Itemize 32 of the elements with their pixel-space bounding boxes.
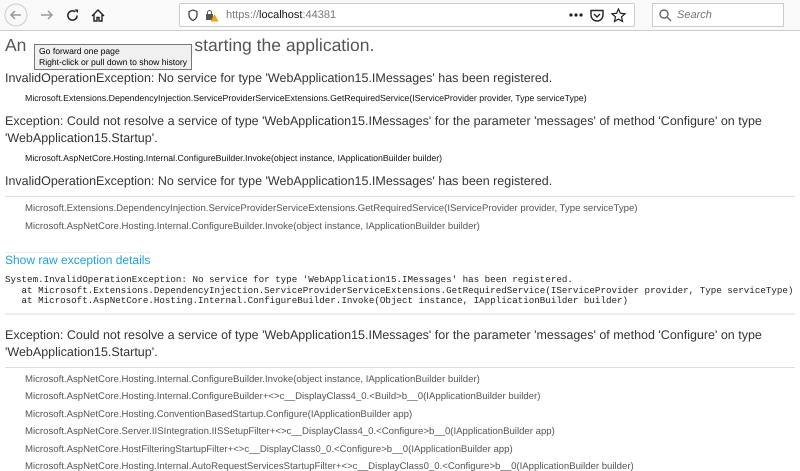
exception-message: Exception: Could not resolve a service of type 'WebApplication15.IMessages' for the parameter 'messages' of method 'Configure' on type 'WebApplication15.Startup'.	[5, 113, 763, 147]
back-icon[interactable]	[4, 3, 28, 27]
page-title: An	[5, 34, 26, 56]
page-title: starting the application.	[194, 34, 374, 56]
stack-frame[interactable]: Microsoft.AspNetCore.Hosting.Internal.ConfigureBuilder.Invoke(object instance, IApplicationBuilder builder)	[5, 218, 795, 235]
stack-frame[interactable]: Microsoft.AspNetCore.HostFilteringStartupFilter+<>c__DisplayClass0_0.<Configure>b__0(IApplicationBuilder app)	[5, 440, 795, 458]
pocket-icon[interactable]	[590, 8, 604, 22]
star-icon[interactable]	[611, 8, 626, 22]
reload-icon[interactable]	[66, 8, 79, 22]
stack-frame[interactable]: Microsoft.AspNetCore.Server.IISIntegration.IISSetupFilter+<>c__DisplayClass4_0.<Configure>b__0(IApplicationBuilder app)	[5, 423, 795, 440]
stack-frame[interactable]: Microsoft.AspNetCore.Hosting.Internal.ConfigureBuilder.Invoke(object instance, IApplicationBuilder builder)	[5, 370, 795, 388]
exception-message: InvalidOperationException: No service for type 'WebApplication15.IMessages' has been registered.	[5, 70, 554, 87]
home-icon[interactable]	[91, 8, 105, 22]
search-icon	[659, 9, 672, 22]
lock-warning-icon[interactable]	[205, 8, 219, 22]
exception-message: Exception: Could not resolve a service of type 'WebApplication15.IMessages' for the parameter 'messages' of method 'Configure' on type 'WebApplication15.Startup'.	[5, 326, 795, 368]
stack-frame[interactable]: Microsoft.Extensions.DependencyInjection.ServiceProviderServiceExtensions.GetRequiredService(IServiceProvider provider, Type serviceType)	[5, 200, 795, 218]
raw-exception-text: System.InvalidOperationException: No service for type 'WebApplication15.IMessages' has been registered. at Microsoft.Extensions.DependencyInjection.ServiceProviderServiceExtensions.GetRequiredService(IServiceProvider provider, Type serviceType) at Microsoft.AspNetCore.Hosting.Internal.ConfigureBuilder.Invoke(Object instance, IApplicationBuilder builder)	[5, 275, 795, 314]
stack-frame[interactable]: Microsoft.AspNetCore.Hosting.Internal.ConfigureBuilder+<>c__DisplayClass4_0.<Build>b__0(IApplicationBuilder builder)	[5, 388, 795, 406]
search-field[interactable]: Search	[652, 3, 784, 27]
tooltip-text: Go forward one page	[39, 46, 121, 57]
stack-frame[interactable]: Microsoft.AspNetCore.Hosting.ConventionBasedStartup.Configure(IApplicationBuilder app)	[5, 406, 795, 423]
exception-message: InvalidOperationException: No service for type 'WebApplication15.IMessages' has been registered.	[5, 173, 795, 197]
stack-frame[interactable]: Microsoft.AspNetCore.Hosting.Internal.AutoRequestServicesStartupFilter+<>c__DisplayClass0_0.<Configure>b__0(IApplicationBuilder builder)	[5, 458, 795, 471]
url-text: https://localhost:44381	[226, 9, 338, 21]
stack-frame: Microsoft.AspNetCore.Hosting.Internal.ConfigureBuilder.Invoke(object instance, IApplicationBuilder builder)	[5, 153, 795, 163]
tooltip-text: Right-click or pull down to show history	[39, 57, 188, 68]
shield-icon[interactable]	[188, 9, 198, 21]
stack-frame: Microsoft.Extensions.DependencyInjection.ServiceProviderServiceExtensions.GetRequiredService(IServiceProvider provider, Type serviceType)	[5, 93, 795, 103]
address-bar[interactable]: https://localhost:44381	[179, 3, 635, 27]
more-icon[interactable]	[569, 13, 583, 17]
forward-icon[interactable]	[40, 9, 54, 21]
